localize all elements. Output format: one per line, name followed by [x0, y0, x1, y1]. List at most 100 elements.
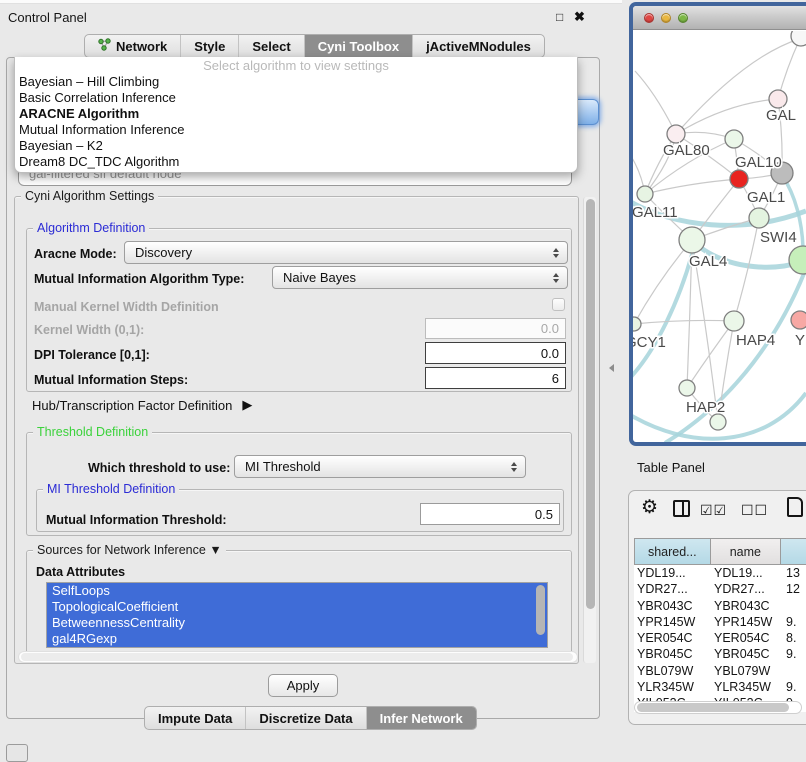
tab-style[interactable]: Style: [181, 35, 239, 57]
node-label-gal: GAL: [766, 107, 796, 124]
data-attribute-option-gal4rgexp[interactable]: gal4RGexp: [47, 631, 547, 647]
table-panel-title: Table Panel: [637, 460, 705, 475]
kernel-width-field[interactable]: 0.0: [425, 318, 566, 339]
unselect-all-columns-icon[interactable]: ☐☐: [741, 502, 768, 519]
settings-horizontal-scrollbar[interactable]: [18, 651, 578, 663]
manual-kernel-checkbox[interactable]: [552, 298, 565, 311]
mi-algorithm-type-label: Mutual Information Algorithm Type:: [34, 272, 244, 286]
bottom-tab-infer-network[interactable]: Infer Network: [367, 707, 476, 729]
float-panel-icon[interactable]: □: [556, 10, 563, 24]
table-row[interactable]: YDR27...YDR27...12: [634, 581, 806, 597]
tab-cyni-toolbox[interactable]: Cyni Toolbox: [305, 35, 413, 57]
control-panel-title: Control Panel: [8, 10, 87, 25]
network-node-gal1[interactable]: [730, 170, 748, 188]
algorithm-option-bayesian-hill-climbing[interactable]: Bayesian – Hill Climbing: [15, 74, 577, 90]
zoom-traffic-light-icon[interactable]: [678, 13, 688, 23]
collapse-down-icon: ▼: [209, 543, 221, 557]
algorithm-option-basic-correlation-inference[interactable]: Basic Correlation Inference: [15, 90, 577, 106]
mi-algorithm-type-combobox[interactable]: Naive Bayes: [272, 266, 568, 289]
bottom-tab-impute-data[interactable]: Impute Data: [145, 707, 246, 729]
close-panel-icon[interactable]: ✖: [574, 9, 585, 25]
column-header-name[interactable]: name: [711, 539, 782, 565]
apply-button[interactable]: Apply: [268, 674, 338, 697]
data-attributes-list[interactable]: SelfLoopsTopologicalCoefficientBetweenne…: [46, 582, 548, 648]
corner-button[interactable]: [6, 744, 28, 762]
network-node-gcy1[interactable]: [633, 317, 641, 331]
dpi-tolerance-field[interactable]: 0.0: [425, 342, 566, 364]
scrollbar-thumb[interactable]: [637, 703, 789, 712]
network-node[interactable]: [789, 246, 806, 274]
network-edge[interactable]: [734, 218, 759, 321]
network-node-hap4[interactable]: [724, 311, 744, 331]
network-node[interactable]: [710, 414, 726, 430]
network-node-swi4[interactable]: [749, 208, 769, 228]
close-traffic-light-icon[interactable]: [644, 13, 654, 23]
algorithm-option-mutual-information-inference[interactable]: Mutual Information Inference: [15, 122, 577, 138]
combobox-stepper-icon: [506, 462, 522, 472]
network-node[interactable]: [791, 31, 806, 46]
network-window-titlebar[interactable]: [633, 6, 806, 30]
sources-group-title[interactable]: Sources for Network Inference ▼: [33, 543, 226, 557]
data-attribute-option-selfloops[interactable]: SelfLoops: [47, 583, 547, 599]
table-row[interactable]: YPR145WYPR145W9.: [634, 614, 806, 630]
split-columns-icon[interactable]: [673, 500, 690, 517]
network-edge[interactable]: [633, 243, 695, 381]
aracne-mode-value: Discovery: [125, 245, 548, 260]
tab-network[interactable]: Network: [85, 35, 181, 57]
table-cell: 9.: [783, 614, 806, 630]
table-cell: YDL19...: [711, 565, 783, 581]
network-node-y[interactable]: [791, 311, 806, 329]
algorithm-option-bayesian-k2[interactable]: Bayesian – K2: [15, 138, 577, 154]
node-label-gal4: GAL4: [689, 253, 727, 270]
network-node-gal10[interactable]: [725, 130, 743, 148]
column-header-cut[interactable]: [781, 539, 806, 565]
table-row[interactable]: YBL079WYBL079W: [634, 663, 806, 679]
gear-icon[interactable]: ⚙: [641, 496, 658, 519]
which-threshold-combobox[interactable]: MI Threshold: [234, 455, 526, 478]
bottom-tab-discretize-data[interactable]: Discretize Data: [246, 707, 366, 729]
table-cell: 9.: [783, 646, 806, 662]
algorithm-option-dream8-dc-tdc-algorithm[interactable]: Dream8 DC_TDC Algorithm: [15, 154, 577, 170]
network-node-hap2[interactable]: [679, 380, 695, 396]
data-attribute-option-betweennesscentrality[interactable]: BetweennessCentrality: [47, 615, 547, 631]
network-edge[interactable]: [634, 320, 734, 324]
network-node-gal80[interactable]: [667, 125, 685, 143]
panel-splitter-arrow-icon[interactable]: [609, 364, 614, 372]
table-horizontal-scrollbar[interactable]: [634, 701, 802, 714]
table-cell: YDR27...: [634, 581, 711, 597]
table-row[interactable]: YBR043CYBR043C: [634, 598, 806, 614]
network-node-gal[interactable]: [769, 90, 787, 108]
algorithm-option-aracne-algorithm[interactable]: ARACNE Algorithm: [15, 106, 577, 122]
network-edge[interactable]: [687, 321, 734, 388]
document-icon[interactable]: [787, 497, 803, 517]
network-node-gal11[interactable]: [637, 186, 653, 202]
network-edge[interactable]: [645, 179, 739, 194]
mi-steps-field[interactable]: 6: [425, 367, 566, 389]
table-cell: 12: [783, 581, 806, 597]
table-cell: YBR043C: [711, 598, 783, 614]
aracne-mode-combobox[interactable]: Discovery: [124, 241, 568, 264]
data-attribute-option-topologicalcoefficient[interactable]: TopologicalCoefficient: [47, 599, 547, 615]
scrollbar-thumb[interactable]: [21, 653, 573, 661]
table-row[interactable]: YDL19...YDL19...13: [634, 565, 806, 581]
table-cell: YPR145W: [634, 614, 711, 630]
network-canvas[interactable]: GALGAL80GAL10GAL1GAL11SWI4GAL4GCY1HAP4YH…: [633, 31, 806, 446]
minimize-traffic-light-icon[interactable]: [661, 13, 671, 23]
settings-vertical-scrollbar[interactable]: [583, 197, 596, 663]
column-header-shared[interactable]: shared...: [635, 539, 711, 565]
network-edge[interactable]: [635, 71, 676, 134]
table-row[interactable]: YER054CYER054C8.: [634, 630, 806, 646]
scrollbar-thumb[interactable]: [586, 199, 595, 609]
hub-definition-expander[interactable]: Hub/Transcription Factor Definition ▶: [32, 397, 252, 413]
select-all-columns-icon[interactable]: ☑☑: [700, 502, 727, 519]
table-row[interactable]: YBR045CYBR045C9.: [634, 646, 806, 662]
mi-threshold-field[interactable]: 0.5: [420, 503, 560, 525]
table-row[interactable]: YLR345WYLR345W9.: [634, 679, 806, 695]
network-node-gal4[interactable]: [679, 227, 705, 253]
table-cell: YPR145W: [711, 614, 783, 630]
list-scrollbar-thumb[interactable]: [536, 585, 545, 635]
tab-select[interactable]: Select: [239, 35, 304, 57]
table-cell: YDL19...: [634, 565, 711, 581]
tab-jactivemnodules[interactable]: jActiveMNodules: [413, 35, 544, 57]
kernel-width-label: Kernel Width (0,1):: [34, 323, 144, 337]
